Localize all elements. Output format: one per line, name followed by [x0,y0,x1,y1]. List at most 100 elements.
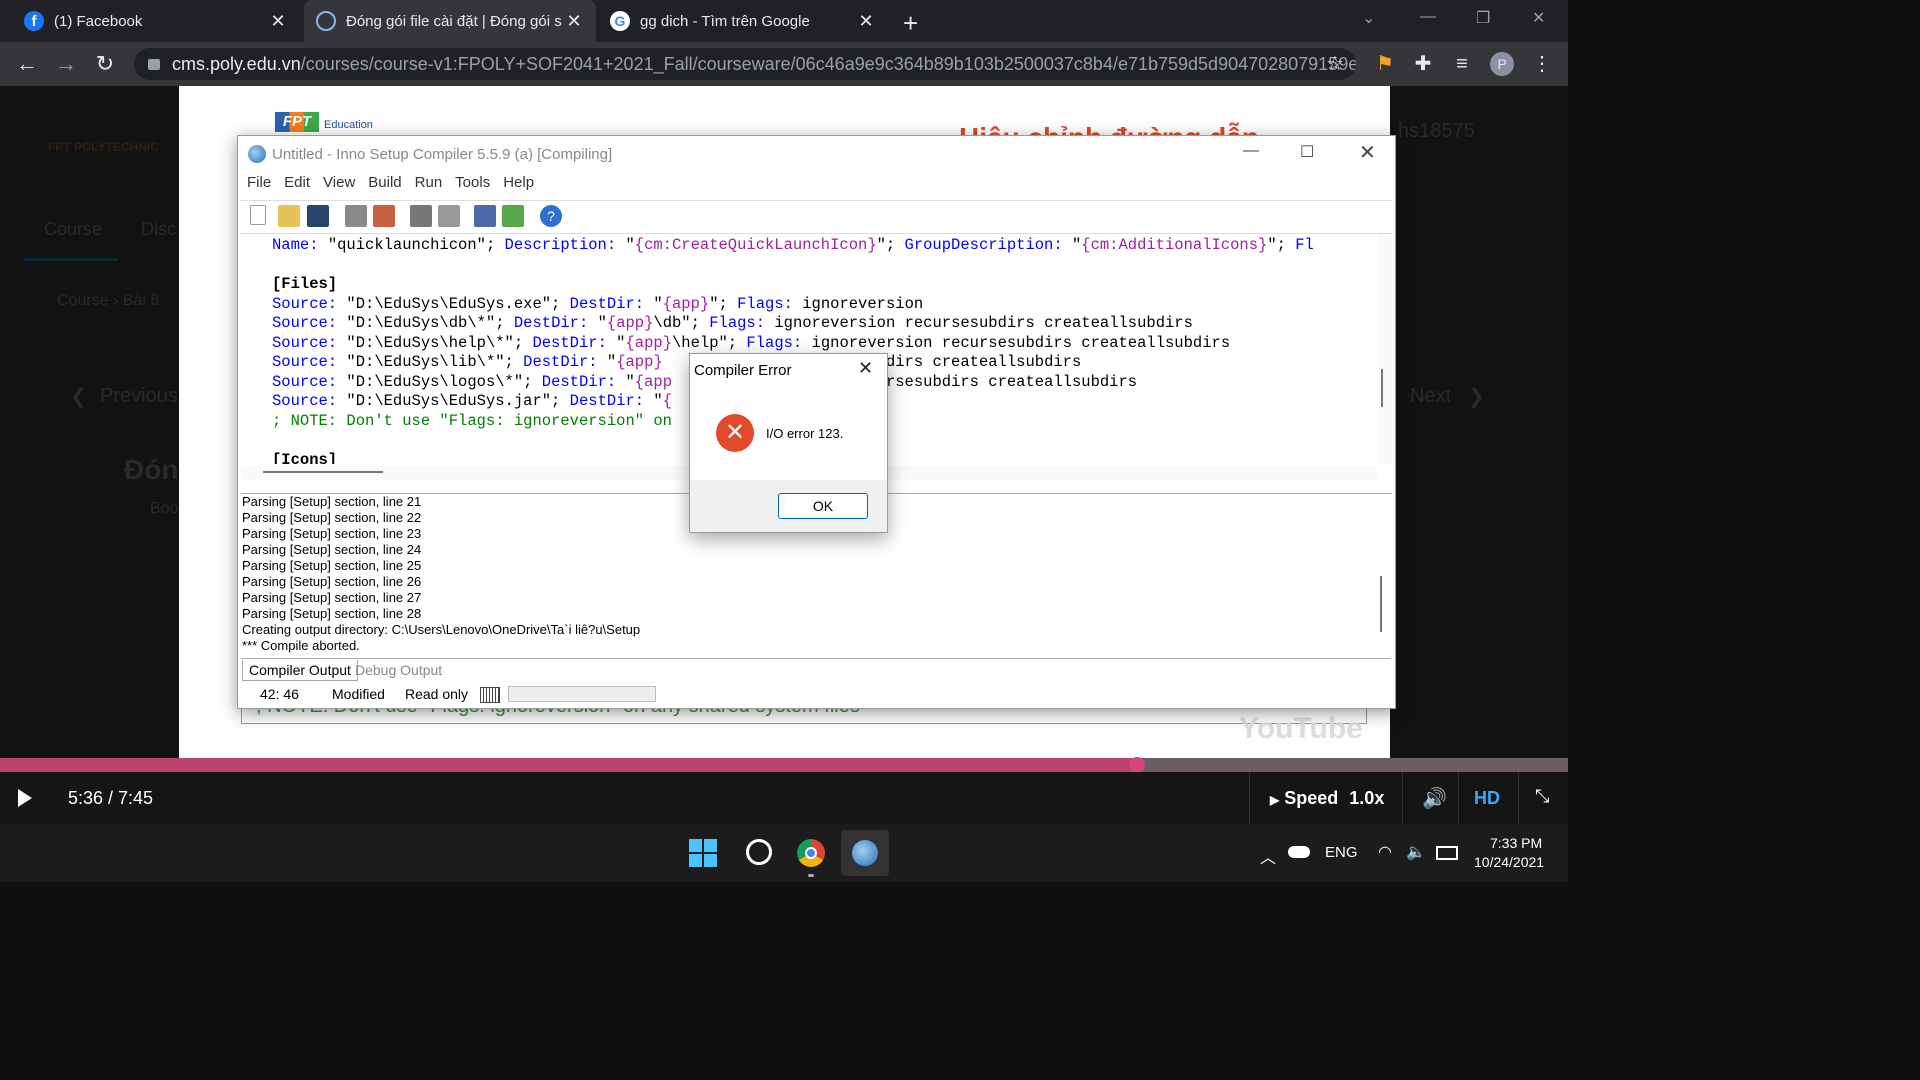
tab-search-icon[interactable]: ⌄ [1362,8,1375,28]
forward-icon[interactable]: → [52,50,80,78]
menu-tools[interactable]: Tools [455,174,490,191]
exit-fullscreen-icon[interactable]: ⤡ [1535,786,1549,807]
close-icon[interactable]: ✕ [1359,140,1376,165]
inno-taskbar-icon[interactable] [841,830,889,876]
speed-control[interactable]: ▶ Speed 1.0x [1270,788,1384,809]
inno-toolbar: ? [240,200,1392,234]
chevron-right-icon: ❯ [1468,386,1485,408]
save-icon[interactable] [307,205,329,227]
search-icon[interactable] [746,839,772,865]
chrome-icon[interactable] [797,839,825,867]
error-icon: ✕ [716,414,754,452]
tab-title: (1) Facebook [54,12,143,30]
run-icon[interactable] [410,205,432,227]
next-button[interactable]: Next [1410,385,1451,408]
nav-discussion[interactable]: Disc [141,219,176,240]
tab-strip: f (1) Facebook ✕ Đóng gói file cài đặt |… [0,0,1568,42]
clock-date[interactable]: 10/24/2021 [1474,854,1544,870]
restore-icon[interactable]: ❐ [1476,8,1490,28]
close-tab-icon[interactable]: ✕ [854,11,878,32]
battery-icon[interactable] [1436,846,1458,860]
google-icon: G [610,11,630,31]
code-line: [Icons] [272,450,338,465]
menu-build[interactable]: Build [368,174,401,191]
new-file-icon[interactable] [250,205,266,225]
open-folder-icon[interactable] [278,205,300,227]
close-window-icon[interactable]: ✕ [1532,8,1545,28]
back-icon[interactable]: ← [13,50,41,78]
compile-icon[interactable] [345,205,367,227]
breadcrumb[interactable]: Course › Bài 8 [57,292,159,310]
dialog-title: Compiler Error [694,362,792,379]
menu-view[interactable]: View [323,174,355,191]
readonly-status: Read only [405,686,469,702]
stop-compile-icon[interactable] [373,205,395,227]
uninstall-icon[interactable] [502,205,524,227]
status-bar: 42: 46 Modified Read only [241,684,1391,706]
reload-icon[interactable]: ↻ [91,50,119,78]
close-tab-icon[interactable]: ✕ [562,11,586,32]
video-progress-handle[interactable] [1128,757,1145,773]
menu-icon[interactable]: ⋮ [1530,52,1554,76]
avatar[interactable]: P [1490,52,1514,76]
video-progress-fill [0,758,1137,772]
address-bar[interactable]: cms.poly.edu.vn/courses/course-v1:FPOLY+… [134,48,1356,80]
inno-app-icon [248,145,266,163]
start-icon[interactable] [689,839,717,867]
quality-button[interactable]: HD [1474,788,1500,809]
volume-icon[interactable]: 🔊 [1422,786,1447,811]
setup-icon[interactable] [474,205,496,227]
star-icon[interactable]: ☆ [1323,52,1347,76]
editor-vscrollbar[interactable] [1378,234,1392,464]
tab-title: gg dich - Tìm trên Google [640,12,810,30]
output-line: Creating output directory: C:\Users\Leno… [242,622,641,637]
caret-right-icon: ▶ [1270,793,1280,807]
menu-file[interactable]: File [247,174,271,191]
speaker-icon[interactable]: 🔈 [1406,842,1426,862]
code-line: Source: "D:\EduSys\EduSys.exe"; DestDir:… [272,294,924,313]
output-line: Parsing [Setup] section, line 26 [242,574,422,589]
language-indicator[interactable]: ENG [1325,844,1358,861]
previous-button[interactable]: Previous [100,385,178,408]
pause-icon[interactable] [438,205,460,227]
menu-help[interactable]: Help [503,174,534,191]
tab-compiler-output[interactable]: Compiler Output [242,660,358,681]
speed-label: Speed [1284,788,1339,808]
ok-button[interactable]: OK [778,493,868,519]
new-tab-icon[interactable]: + [903,8,918,39]
output-tabs: Compiler Output Debug Output [241,658,1391,681]
clock-time[interactable]: 7:33 PM [1490,835,1542,851]
play-icon[interactable] [18,789,32,807]
tab-dong-goi[interactable]: Đóng gói file cài đặt | Đóng gói s ✕ [304,0,596,42]
output-vscrollbar[interactable] [1380,576,1382,632]
speed-value: 1.0x [1349,788,1385,808]
output-line: Parsing [Setup] section, line 25 [242,558,422,573]
menu-run[interactable]: Run [415,174,443,191]
close-icon[interactable]: ✕ [858,358,873,379]
code-line: Source: "D:\EduSys\help\*"; DestDir: "{a… [272,333,1231,352]
bookmark-link[interactable]: Boo [150,500,178,518]
maximize-icon[interactable]: ☐ [1300,142,1314,162]
media-control-icon[interactable]: ≡ [1450,52,1474,76]
onedrive-icon[interactable] [1288,846,1310,858]
unit-heading: Đón [124,454,179,485]
tab-facebook[interactable]: f (1) Facebook ✕ [0,0,300,42]
extension-flag-icon[interactable]: ⚑ [1373,52,1397,76]
logo-subtitle: Education [324,119,373,131]
output-line: *** Compile aborted. [242,638,360,653]
nav-course[interactable]: Course [44,219,102,240]
chevron-up-icon[interactable]: ︿ [1260,844,1276,868]
help-icon[interactable]: ? [540,205,562,227]
tab-google[interactable]: G gg dich - Tìm trên Google ✕ [598,0,888,42]
minimize-icon[interactable]: — [1420,8,1436,26]
menu-edit[interactable]: Edit [284,174,310,191]
username[interactable]: hs18575 [1398,120,1475,143]
code-line: Source: "D:\EduSys\db\*"; DestDir: "{app… [272,314,1193,332]
wifi-icon[interactable]: ◠ [1378,842,1392,862]
tab-debug-output[interactable]: Debug Output [355,662,442,678]
close-tab-icon[interactable]: ✕ [266,11,290,32]
extensions-icon[interactable]: ✚ [1411,52,1435,76]
minimize-icon[interactable]: — [1243,142,1259,160]
error-message: I/O error 123. [766,426,844,441]
chevron-left-icon: ❮ [70,386,87,408]
